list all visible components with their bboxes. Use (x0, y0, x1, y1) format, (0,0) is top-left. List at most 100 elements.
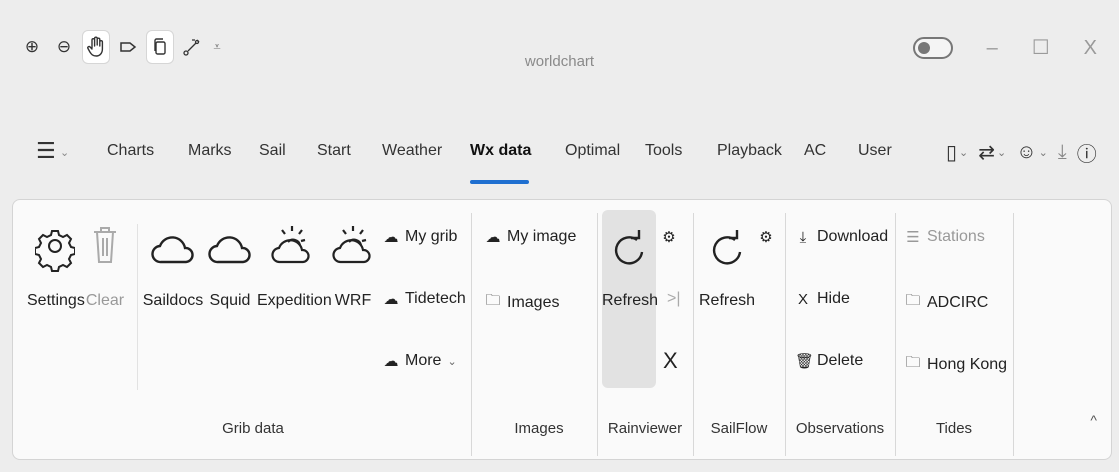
images-label: Images (507, 293, 560, 311)
chevron-down-icon: ⌄ (447, 355, 457, 368)
close-icon: X (797, 290, 808, 308)
gear-icon (27, 220, 83, 280)
group-label-grib: Grib data (222, 420, 284, 437)
expedition-button[interactable]: Expedition (257, 220, 332, 310)
close-button[interactable]: X (1084, 37, 1097, 59)
sailflow-refresh-label: Refresh (699, 292, 756, 309)
stations-label: Stations (927, 228, 985, 245)
theme-toggle[interactable] (912, 37, 953, 59)
hide-label: Hide (817, 290, 850, 307)
chevron-down-icon[interactable]: ⌄ (959, 146, 968, 159)
collapse-ribbon-icon[interactable]: ^ (1090, 412, 1097, 428)
sailflow-refresh-button[interactable]: Refresh (699, 220, 755, 310)
group-label-observations: Observations (795, 420, 885, 437)
sailflow-settings-icon[interactable]: ⚙ (758, 228, 774, 246)
squid-label: Squid (209, 292, 251, 309)
folder-icon: 🗀 (905, 292, 921, 309)
cloud-link-icon: ☁ (485, 229, 501, 246)
window-controls: – ☐ X (912, 37, 1097, 59)
clear-button[interactable]: Clear (85, 220, 125, 310)
hamburger-menu-icon[interactable]: ☰ (36, 138, 56, 164)
rainviewer-refresh-button[interactable]: Refresh (602, 220, 659, 310)
chevron-down-icon[interactable]: ⌄ (1039, 146, 1048, 159)
folder-icon: 🗀 (905, 354, 921, 371)
saildocs-button[interactable]: Saildocs (141, 220, 205, 310)
title-bar: ⊕ ⊖ ⩡ worldchart – ☐ X (0, 0, 1119, 100)
tidetech-label: Tidetech (405, 290, 466, 307)
settings-label: Settings (27, 292, 85, 309)
delete-label: Delete (817, 352, 864, 369)
download-button[interactable]: ⤓ Download (795, 228, 888, 246)
wrf-button[interactable]: WRF (329, 220, 377, 310)
tab-weather[interactable]: Weather (382, 142, 442, 160)
separator (471, 213, 472, 456)
tab-wx-data[interactable]: Wx data (470, 142, 531, 160)
more-label: More (405, 352, 442, 369)
saildocs-label: Saildocs (142, 292, 204, 309)
tab-optimal[interactable]: Optimal (565, 142, 620, 160)
my-grib-label: My grib (405, 228, 458, 245)
ribbon-panel: Settings Clear Saildocs Squid Expedition… (12, 199, 1112, 460)
device-icon[interactable]: ▯ (946, 140, 957, 165)
hide-button[interactable]: X Hide (795, 290, 850, 308)
clear-label: Clear (85, 292, 125, 309)
trash-icon: 🗑 (795, 353, 815, 370)
expedition-label: Expedition (257, 292, 332, 309)
adcirc-label: ADCIRC (927, 293, 989, 311)
squid-button[interactable]: Squid (205, 220, 255, 310)
cloud-icon: ☁ (383, 353, 399, 370)
partly-sunny-icon (329, 220, 377, 280)
hong-kong-label: Hong Kong (927, 355, 1008, 373)
group-label-images: Images (514, 420, 564, 437)
cloud-link-icon: ☁ (383, 229, 399, 246)
chevron-down-icon[interactable]: ⌄ (60, 146, 69, 159)
tab-user[interactable]: User (858, 142, 892, 160)
refresh-icon (699, 220, 755, 280)
group-label-rainviewer: Rainviewer (607, 420, 683, 437)
tab-marks[interactable]: Marks (188, 142, 232, 160)
close-icon[interactable]: X (663, 348, 678, 374)
wrf-label: WRF (334, 292, 372, 309)
tab-ac[interactable]: AC (804, 142, 826, 160)
menu-tabs: ☰ ⌄ Charts Marks Sail Start Weather Wx d… (0, 130, 1119, 190)
right-toolbar: ▯ ⌄ ⇄ ⌄ ☺ ⌄ ⤓ ⓘ (946, 138, 1097, 167)
maximize-button[interactable]: ☐ (1032, 37, 1050, 59)
hong-kong-button[interactable]: 🗀 Hong Kong (905, 352, 1007, 377)
tab-playback[interactable]: Playback (717, 142, 782, 160)
rainviewer-refresh-label: Refresh (602, 292, 659, 309)
tab-tools[interactable]: Tools (645, 142, 682, 160)
separator (1013, 213, 1014, 456)
list-icon: ☰ (906, 229, 920, 246)
emoji-icon[interactable]: ☺ (1016, 141, 1036, 164)
tab-sail[interactable]: Sail (259, 142, 286, 160)
folder-icon: 🗀 (485, 292, 501, 309)
active-tab-indicator (470, 180, 529, 184)
my-image-label: My image (507, 228, 577, 245)
cloud-icon (141, 220, 205, 280)
tidetech-button[interactable]: ☁ Tidetech (383, 290, 466, 308)
my-image-button[interactable]: ☁ My image (485, 228, 577, 246)
delete-button[interactable]: 🗑 Delete (795, 352, 863, 370)
download-label: Download (817, 228, 889, 245)
settings-button[interactable]: Settings (27, 220, 85, 310)
download-icon: ⤓ (799, 228, 807, 246)
partly-sunny-icon (257, 220, 327, 280)
minimize-button[interactable]: – (987, 37, 998, 59)
chevron-down-icon[interactable]: ⌄ (997, 146, 1006, 159)
tab-start[interactable]: Start (317, 142, 351, 160)
help-icon[interactable]: ⓘ (1077, 138, 1097, 167)
group-label-sailflow: SailFlow (710, 420, 768, 437)
stations-button[interactable]: ☰ Stations (905, 228, 985, 246)
tab-charts[interactable]: Charts (107, 142, 154, 160)
refresh-icon (602, 220, 656, 280)
group-label-tides: Tides (935, 420, 973, 437)
download-icon[interactable]: ⤓ (1058, 141, 1067, 164)
adcirc-button[interactable]: 🗀 ADCIRC (905, 290, 988, 315)
skip-end-icon[interactable]: >| (667, 290, 681, 308)
separator (137, 224, 138, 390)
sliders-icon[interactable]: ⇄ (978, 140, 995, 165)
more-dropdown[interactable]: ☁ More ⌄ (383, 352, 457, 370)
images-button[interactable]: 🗀 Images (485, 290, 559, 315)
rainviewer-settings-icon[interactable]: ⚙ (661, 228, 677, 246)
my-grib-button[interactable]: ☁ My grib (383, 228, 458, 246)
